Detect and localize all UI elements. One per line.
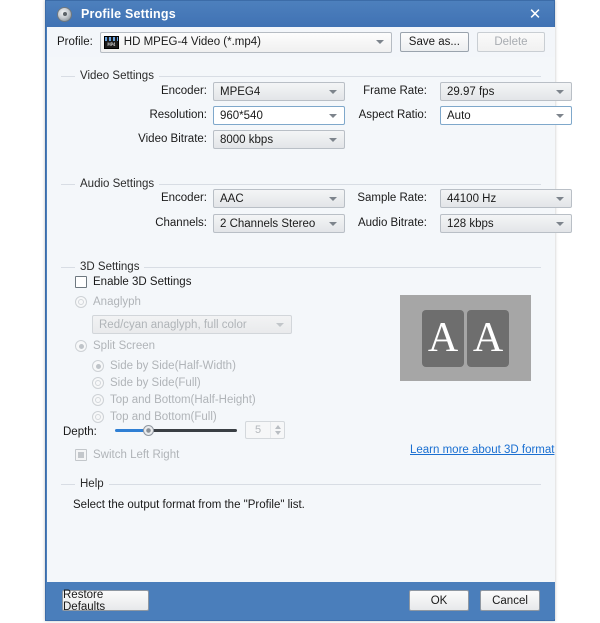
audio-encoder-value: AAC	[220, 192, 244, 205]
chevron-down-icon	[329, 137, 337, 142]
cancel-button[interactable]: Cancel	[480, 590, 540, 611]
restore-defaults-button[interactable]: Restore Defaults	[62, 589, 149, 613]
screen-root: Profile Settings ✕ Profile: HD MPEG-4 Vi…	[0, 0, 600, 623]
enable-3d-label: Enable 3D Settings	[93, 276, 192, 288]
video-encoder-value: MPEG4	[220, 85, 261, 98]
preview-pane-right: A	[467, 309, 509, 367]
slider-track	[149, 428, 237, 432]
radio-icon	[92, 360, 104, 372]
sample-rate-label: Sample Rate:	[357, 192, 427, 204]
dialog-content: Video Settings Encoder: MPEG4 Resolution…	[47, 57, 572, 584]
chevron-down-icon	[276, 322, 284, 327]
anaglyph-radio: Anaglyph	[75, 296, 141, 308]
frame-rate-select[interactable]: 29.97 fps	[440, 82, 572, 101]
window-title: Profile Settings	[81, 7, 176, 21]
ok-button[interactable]: OK	[409, 590, 469, 611]
radio-icon	[75, 296, 87, 308]
mp4-film-icon	[103, 35, 119, 49]
video-bitrate-value: 8000 kbps	[220, 133, 274, 146]
switch-left-right-label: Switch Left Right	[93, 449, 180, 461]
split-screen-radio: Split Screen	[75, 340, 155, 352]
video-bitrate-select[interactable]: 8000 kbps	[213, 130, 345, 149]
chevron-down-icon	[556, 113, 564, 118]
close-icon[interactable]: ✕	[526, 5, 544, 23]
chevron-down-icon	[556, 89, 564, 94]
learn-more-3d-link[interactable]: Learn more about 3D format	[410, 444, 554, 456]
profile-label: Profile:	[57, 36, 93, 48]
channels-label: Channels:	[155, 217, 207, 229]
split-option-top-bottom-full: Top and Bottom(Full)	[92, 411, 217, 423]
radio-icon	[92, 411, 104, 423]
anaglyph-type-value: Red/cyan anaglyph, full color	[99, 318, 247, 331]
radio-icon	[92, 394, 104, 406]
split-option-label: Side by Side(Half-Width)	[110, 360, 236, 372]
chevron-down-icon	[556, 221, 564, 226]
split-option-top-bottom-half: Top and Bottom(Half-Height)	[92, 394, 256, 406]
help-title: Help	[75, 477, 109, 491]
sample-rate-value: 44100 Hz	[447, 192, 497, 205]
radio-icon	[92, 377, 104, 389]
checkbox-icon	[75, 449, 87, 461]
sample-rate-select[interactable]: 44100 Hz	[440, 189, 572, 208]
split-option-side-by-side-full: Side by Side(Full)	[92, 377, 201, 389]
channels-value: 2 Channels Stereo	[220, 217, 316, 230]
checkbox-icon	[75, 276, 87, 288]
switch-left-right-checkbox: Switch Left Right	[75, 449, 179, 461]
anaglyph-type-select: Red/cyan anaglyph, full color	[92, 315, 292, 334]
depth-label: Depth:	[63, 426, 97, 438]
audio-encoder-label: Encoder:	[160, 192, 207, 204]
audio-bitrate-value: 128 kbps	[447, 217, 494, 230]
3d-preview: A A	[400, 295, 531, 381]
profile-select[interactable]: HD MPEG-4 Video (*.mp4)	[99, 31, 392, 53]
slider-thumb[interactable]	[143, 424, 154, 436]
group-divider	[61, 484, 541, 485]
chevron-down-icon	[556, 196, 564, 201]
disc-icon	[57, 6, 72, 22]
enable-3d-checkbox[interactable]: Enable 3D Settings	[75, 276, 191, 288]
title-bar: Profile Settings ✕	[46, 1, 554, 27]
resolution-label: Resolution:	[149, 109, 207, 121]
aspect-ratio-select[interactable]: Auto	[440, 106, 572, 125]
video-encoder-label: Encoder:	[160, 85, 207, 97]
depth-stepper: 5	[245, 421, 285, 439]
split-screen-label: Split Screen	[93, 340, 156, 352]
split-option-label: Top and Bottom(Full)	[110, 411, 217, 423]
stepper-arrows-icon	[270, 422, 284, 438]
radio-icon	[75, 340, 87, 352]
video-settings-title: Video Settings	[75, 69, 159, 83]
video-bitrate-label: Video Bitrate:	[138, 133, 207, 145]
3d-settings-title: 3D Settings	[75, 260, 145, 274]
anaglyph-label: Anaglyph	[93, 296, 141, 308]
save-as-button[interactable]: Save as...	[399, 32, 469, 52]
frame-rate-value: 29.97 fps	[447, 85, 495, 98]
resolution-value: 960*540	[220, 109, 263, 122]
profile-settings-dialog: Profile Settings ✕ Profile: HD MPEG-4 Vi…	[45, 0, 572, 621]
help-group: Help	[61, 477, 541, 572]
depth-value: 5	[254, 424, 262, 436]
audio-settings-title: Audio Settings	[75, 177, 160, 191]
chevron-down-icon	[375, 40, 384, 44]
delete-button: Delete	[476, 32, 545, 52]
profile-bar: Profile: HD MPEG-4 Video (*.mp4) Save as…	[47, 27, 555, 58]
aspect-ratio-value: Auto	[447, 109, 471, 122]
depth-slider[interactable]	[115, 423, 237, 437]
split-option-label: Top and Bottom(Half-Height)	[110, 394, 256, 406]
frame-rate-label: Frame Rate:	[363, 85, 427, 97]
audio-bitrate-select[interactable]: 128 kbps	[440, 214, 572, 233]
dialog-footer: Restore Defaults OK Cancel	[47, 582, 555, 619]
profile-value: HD MPEG-4 Video (*.mp4)	[123, 36, 261, 48]
help-text: Select the output format from the "Profi…	[73, 499, 305, 511]
preview-pane-left: A	[422, 309, 464, 367]
audio-bitrate-label: Audio Bitrate:	[357, 217, 427, 229]
split-option-side-by-side-half: Side by Side(Half-Width)	[92, 360, 236, 372]
aspect-ratio-label: Aspect Ratio:	[358, 109, 427, 121]
split-option-label: Side by Side(Full)	[110, 377, 201, 389]
